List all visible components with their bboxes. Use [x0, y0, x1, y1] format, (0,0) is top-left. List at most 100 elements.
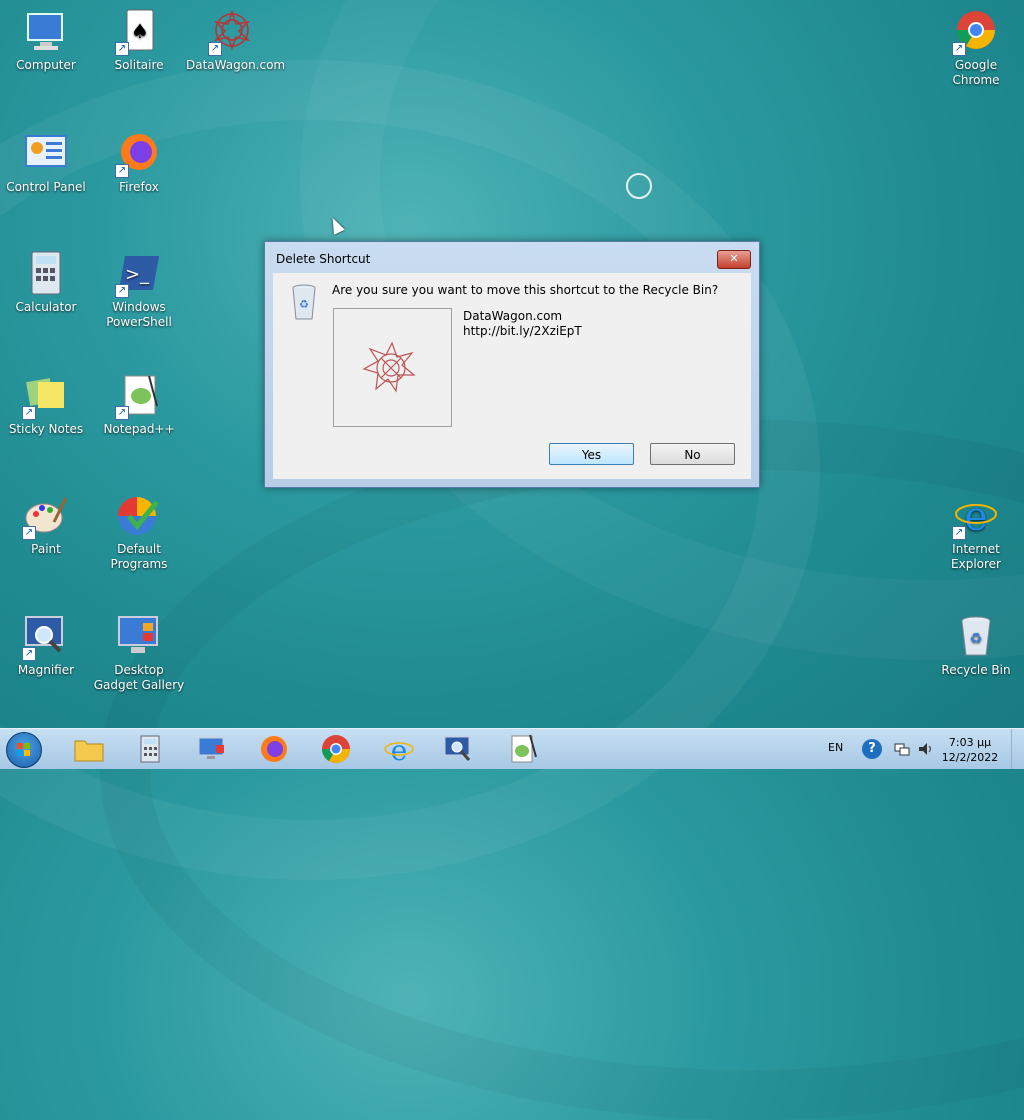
dialog-title: Delete Shortcut	[276, 252, 371, 266]
desktop-icon-sticky-notes[interactable]: ↗ Sticky Notes	[0, 372, 92, 437]
yes-button[interactable]: Yes	[549, 443, 634, 465]
desktop-gadget-gallery-icon	[115, 613, 163, 661]
desktop-icon-computer[interactable]: Computer	[0, 8, 92, 73]
google-chrome-icon	[322, 735, 350, 763]
shortcut-arrow-icon: ↗	[22, 406, 36, 420]
clock-date: 12/2/2022	[941, 751, 999, 764]
no-button[interactable]: No	[650, 443, 735, 465]
control-panel-icon	[22, 130, 70, 178]
paint-icon: ↗	[22, 492, 70, 540]
taskbar-notepad-plus-plus[interactable]	[506, 733, 538, 765]
shortcut-arrow-icon: ↗	[952, 42, 966, 56]
firefox-icon: ↗	[115, 130, 163, 178]
dialog-message: Are you sure you want to move this short…	[332, 283, 719, 297]
desktop-icon-powershell[interactable]: >_ ↗ Windows PowerShell	[93, 250, 185, 330]
desktop-icon-datawagon[interactable]: ↗ DataWagon.com	[186, 8, 286, 73]
desktop-icon-control-panel[interactable]: Control Panel	[0, 130, 92, 195]
taskbar-file-explorer[interactable]	[73, 733, 105, 765]
desktop-icon-recycle-bin[interactable]: ♻ Recycle Bin	[930, 613, 1022, 678]
taskbar-firefox[interactable]	[258, 733, 290, 765]
recycle-bin-icon: ♻	[952, 613, 1000, 661]
shortcut-arrow-icon: ↗	[952, 526, 966, 540]
mouse-pointer-icon	[327, 215, 345, 235]
datawagon-icon	[362, 341, 416, 393]
taskbar-calculator[interactable]	[134, 733, 166, 765]
datawagon-icon: ↗	[208, 8, 256, 56]
notepad-plus-plus-icon	[511, 734, 537, 763]
google-chrome-icon: ↗	[952, 8, 1000, 56]
dialog-body: ♻ Are you sure you want to move this sho…	[273, 273, 751, 479]
desktop-icon-google-chrome[interactable]: ↗ Google Chrome	[930, 8, 1022, 88]
recycle-bin-icon: ♻	[289, 283, 319, 321]
shortcut-arrow-icon: ↗	[115, 164, 129, 178]
taskbar-remote-desktop[interactable]	[196, 733, 228, 765]
shortcut-preview	[333, 308, 452, 427]
desktop-icon-magnifier[interactable]: ↗ Magnifier	[0, 613, 92, 678]
icon-label: DataWagon.com	[186, 58, 286, 72]
icon-label: Computer	[16, 58, 76, 72]
network-icon[interactable]	[894, 741, 910, 757]
desktop-icon-internet-explorer[interactable]: e ↗ Internet Explorer	[930, 492, 1022, 572]
desktop-icon-solitaire[interactable]: ♠ ↗ Solitaire	[93, 8, 185, 73]
svg-text:e: e	[391, 734, 408, 765]
svg-text:♻: ♻	[299, 298, 309, 311]
svg-text:♻: ♻	[970, 631, 983, 647]
svg-text:e: e	[964, 494, 988, 540]
language-indicator[interactable]: EN	[828, 741, 843, 754]
icon-label: Windows PowerShell	[106, 300, 172, 329]
taskbar-chrome[interactable]	[320, 733, 352, 765]
delete-shortcut-dialog: Delete Shortcut ✕ ♻ Are you sure you wan…	[264, 241, 760, 488]
start-button[interactable]	[6, 732, 42, 768]
magnifier-icon: ↗	[22, 613, 70, 661]
desktop-icon-calculator[interactable]: Calculator	[0, 250, 92, 315]
svg-text:♠: ♠	[131, 19, 149, 43]
default-programs-icon	[115, 492, 163, 540]
icon-label: Magnifier	[17, 663, 75, 677]
folder-icon	[74, 740, 104, 762]
icon-label: Recycle Bin	[941, 663, 1011, 677]
icon-label: Firefox	[119, 180, 159, 194]
shortcut-arrow-icon: ↗	[115, 284, 129, 298]
shortcut-arrow-icon: ↗	[115, 406, 129, 420]
icon-label: Solitaire	[114, 58, 164, 72]
icon-label: Calculator	[15, 300, 77, 314]
internet-explorer-icon: e	[384, 734, 414, 767]
shortcut-target: http://bit.ly/2XziEpT	[463, 324, 582, 338]
icon-label: Google Chrome	[952, 58, 1000, 87]
icon-label: Paint	[31, 542, 61, 556]
clock-time: 7:03 μμ	[948, 736, 992, 749]
icon-label: Notepad++	[103, 422, 175, 436]
shortcut-arrow-icon: ↗	[22, 647, 36, 661]
taskbar: e EN ? 7:03 μμ 12/2/2022	[0, 728, 1024, 769]
icon-label: Desktop Gadget Gallery	[93, 663, 185, 692]
desktop-icon-paint[interactable]: ↗ Paint	[0, 492, 92, 557]
clock[interactable]: 7:03 μμ 12/2/2022	[940, 735, 1000, 765]
shortcut-arrow-icon: ↗	[22, 526, 36, 540]
calculator-icon	[140, 735, 160, 763]
powershell-icon: >_ ↗	[115, 250, 163, 298]
help-icon[interactable]: ?	[862, 739, 882, 759]
shortcut-arrow-icon: ↗	[208, 42, 222, 56]
sticky-notes-icon: ↗	[22, 372, 70, 420]
busy-cursor-icon	[626, 173, 652, 199]
show-desktop-button[interactable]	[1011, 729, 1024, 769]
computer-icon	[22, 8, 70, 56]
volume-icon[interactable]	[917, 741, 933, 757]
firefox-icon	[261, 736, 287, 762]
notepad-plus-plus-icon: ↗	[115, 372, 163, 420]
calculator-icon	[22, 250, 70, 298]
desktop-icon-firefox[interactable]: ↗ Firefox	[93, 130, 185, 195]
taskbar-magnifier[interactable]	[442, 733, 474, 765]
shortcut-arrow-icon: ↗	[115, 42, 129, 56]
taskbar-internet-explorer[interactable]: e	[383, 733, 415, 767]
icon-label: Control Panel	[6, 180, 86, 194]
icon-label: Internet Explorer	[951, 542, 1001, 571]
desktop-icon-desktop-gadget-gallery[interactable]: Desktop Gadget Gallery	[93, 613, 185, 693]
windows-logo-icon	[17, 743, 30, 756]
svg-text:>_: >_	[125, 264, 150, 285]
close-button[interactable]: ✕	[717, 250, 751, 269]
remote-desktop-icon	[198, 737, 224, 759]
desktop-icon-notepad-plus-plus[interactable]: ↗ Notepad++	[93, 372, 185, 437]
icon-label: Default Programs	[110, 542, 168, 571]
desktop-icon-default-programs[interactable]: Default Programs	[93, 492, 185, 572]
